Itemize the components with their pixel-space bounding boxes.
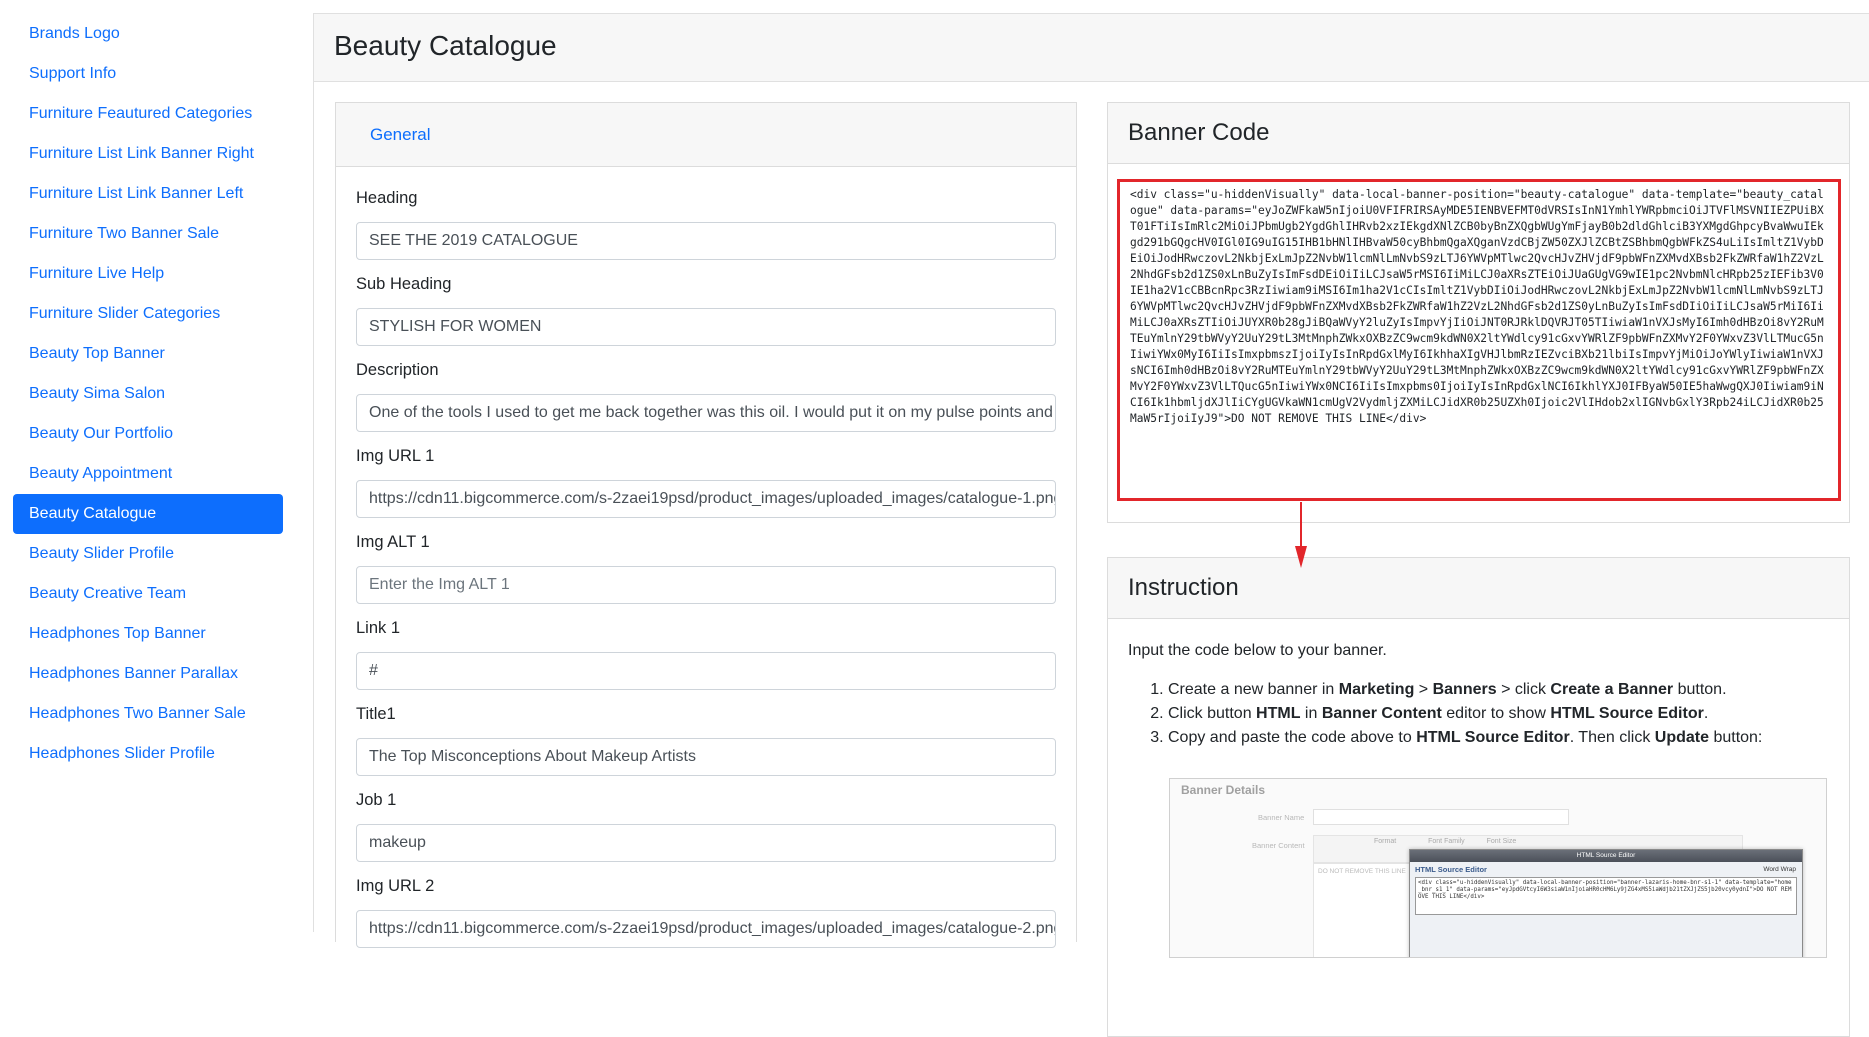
instruction-step-text: Create a new banner in xyxy=(1168,681,1339,698)
instruction-body: Input the code below to your banner. Cre… xyxy=(1108,619,1849,770)
instruction-step-text: Copy and paste the code above to xyxy=(1168,729,1417,746)
instruction-card: Instruction Input the code below to your… xyxy=(1107,557,1850,1037)
banner-code-card: Banner Code <div class="u-hiddenVisually… xyxy=(1107,102,1850,523)
instruction-step-bold: Banner Content xyxy=(1321,705,1442,722)
sidebar-item-furniture-feautured-categories[interactable]: Furniture Feautured Categories xyxy=(13,94,283,134)
banner-code-block[interactable]: <div class="u-hiddenVisually" data-local… xyxy=(1117,179,1841,501)
field-description: Description One of the tools I used to ge… xyxy=(356,358,1056,432)
input-link-1[interactable]: # xyxy=(356,652,1056,690)
tab-general[interactable]: General xyxy=(370,103,430,167)
instruction-step-bold: HTML xyxy=(1256,705,1301,722)
sidebar-item-furniture-list-link-banner-right[interactable]: Furniture List Link Banner Right xyxy=(13,134,283,174)
sidebar-item-furniture-two-banner-sale[interactable]: Furniture Two Banner Sale xyxy=(13,214,283,254)
sidebar-item-beauty-appointment[interactable]: Beauty Appointment xyxy=(13,454,283,494)
screenshot-html-source-dialog: HTML Source Editor HTML Source Editor Wo… xyxy=(1409,849,1803,957)
instruction-intro: Input the code below to your banner. xyxy=(1128,642,1387,659)
instruction-step-text: Click button xyxy=(1168,705,1257,722)
screenshot-format-select: Format xyxy=(1374,838,1397,845)
field-label-img-alt-1: Img ALT 1 xyxy=(356,533,430,551)
field-title1: Title1 The Top Misconceptions About Makeu… xyxy=(356,702,1056,776)
sidebar-item-beauty-sima-salon[interactable]: Beauty Sima Salon xyxy=(13,374,283,414)
screenshot-dialog-titlebar: HTML Source Editor xyxy=(1410,850,1802,862)
arrow-head-icon xyxy=(1295,546,1307,568)
screenshot-banner-content-label: Banner Content xyxy=(1252,841,1305,850)
sidebar-item-furniture-slider-categories[interactable]: Furniture Slider Categories xyxy=(13,294,283,334)
sidebar-item-beauty-our-portfolio[interactable]: Beauty Our Portfolio xyxy=(13,414,283,454)
screenshot-banner-name-label: Banner Name xyxy=(1258,813,1305,822)
instruction-step-bold: HTML Source Editor xyxy=(1416,729,1570,746)
instruction-step-text: . Then click xyxy=(1569,729,1655,746)
instruction-step: Create a new banner in Marketing > Banne… xyxy=(1168,678,1829,702)
sidebar: Brands Logo Support Info Furniture Feautur… xyxy=(0,0,300,932)
field-sub-heading: Sub Heading STYLISH FOR WOMEN xyxy=(356,272,1056,346)
sidebar-item-headphones-slider-profile[interactable]: Headphones Slider Profile xyxy=(13,734,283,774)
instruction-step-text: editor to show xyxy=(1441,705,1551,722)
field-label-description: Description xyxy=(356,361,439,379)
instruction-step-text: > xyxy=(1414,681,1433,698)
sidebar-item-brands-logo[interactable]: Brands Logo xyxy=(13,14,283,54)
screenshot-font-family-select: Font Family xyxy=(1428,838,1465,845)
field-label-img-url-1: Img URL 1 xyxy=(356,447,435,465)
banner-code-title: Banner Code xyxy=(1108,103,1849,164)
instruction-step-text: . xyxy=(1703,705,1709,722)
arrow-down-icon xyxy=(1300,502,1302,550)
field-img-url-2: Img URL 2 https://cdn11.bigcommerce.com/s… xyxy=(356,874,1056,948)
instruction-step-text: button: xyxy=(1709,729,1763,746)
input-sub-heading[interactable]: STYLISH FOR WOMEN xyxy=(356,308,1056,346)
instruction-step-text: button. xyxy=(1673,681,1727,698)
sidebar-item-support-info[interactable]: Support Info xyxy=(13,54,283,94)
instruction-step-bold: Create a Banner xyxy=(1550,681,1674,698)
field-label-job-1: Job 1 xyxy=(356,791,397,809)
input-job-1[interactable]: makeup xyxy=(356,824,1056,862)
input-img-url-2[interactable]: https://cdn11.bigcommerce.com/s-2zaei19p… xyxy=(356,910,1056,948)
instruction-step-bold: HTML Source Editor xyxy=(1550,705,1704,722)
input-description[interactable]: One of the tools I used to get me back t… xyxy=(356,394,1056,432)
screenshot-banner-name-input xyxy=(1313,809,1569,825)
sidebar-item-beauty-catalogue[interactable]: Beauty Catalogue xyxy=(13,494,283,534)
field-link-1: Link 1 # xyxy=(356,616,1056,690)
page-header: Beauty Catalogue xyxy=(314,14,1869,82)
instruction-step-bold: Marketing xyxy=(1338,681,1415,698)
instruction-step-bold: Update xyxy=(1654,729,1709,746)
field-img-alt-1: Img ALT 1 Enter the Img ALT 1 xyxy=(356,530,1056,604)
sidebar-item-beauty-top-banner[interactable]: Beauty Top Banner xyxy=(13,334,283,374)
settings-form-card: General Heading SEE THE 2019 CATALOGUE Sub… xyxy=(335,102,1077,948)
sidebar-item-beauty-slider-profile[interactable]: Beauty Slider Profile xyxy=(13,534,283,574)
field-label-link-1: Link 1 xyxy=(356,619,401,637)
input-title1[interactable]: The Top Misconceptions About Makeup Arti… xyxy=(356,738,1056,776)
instruction-step-bold: Banners xyxy=(1432,681,1497,698)
screenshot-dialog-heading: HTML Source Editor xyxy=(1415,865,1487,874)
sidebar-item-beauty-creative-team[interactable]: Beauty Creative Team xyxy=(13,574,283,614)
sidebar-item-headphones-top-banner[interactable]: Headphones Top Banner xyxy=(13,614,283,654)
input-heading[interactable]: SEE THE 2019 CATALOGUE xyxy=(356,222,1056,260)
page-title: Beauty Catalogue xyxy=(334,30,557,61)
sidebar-item-headphones-two-banner-sale[interactable]: Headphones Two Banner Sale xyxy=(13,694,283,734)
field-label-title1: Title1 xyxy=(356,705,396,723)
sidebar-item-headphones-banner-parallax[interactable]: Headphones Banner Parallax xyxy=(13,654,283,694)
screenshot-dialog-code: <div class="u-hiddenVisually" data-local… xyxy=(1415,877,1797,915)
sidebar-item-furniture-list-link-banner-left[interactable]: Furniture List Link Banner Left xyxy=(13,174,283,214)
tab-bar: General xyxy=(336,103,1076,167)
instruction-title: Instruction xyxy=(1108,558,1849,619)
instruction-step-text: > click xyxy=(1496,681,1551,698)
instruction-screenshot: Banner Details Banner Name Banner Conten… xyxy=(1169,778,1827,958)
input-img-url-1[interactable]: https://cdn11.bigcommerce.com/s-2zaei19p… xyxy=(356,480,1056,518)
screenshot-word-wrap-checkbox: Word Wrap xyxy=(1763,866,1796,873)
instruction-steps: Create a new banner in Marketing > Banne… xyxy=(1168,678,1829,750)
main-panel: Beauty Catalogue General Heading SEE THE … xyxy=(313,13,1869,1037)
field-img-url-1: Img URL 1 https://cdn11.bigcommerce.com/s… xyxy=(356,444,1056,518)
input-img-alt-1[interactable]: Enter the Img ALT 1 xyxy=(356,566,1056,604)
field-job-1: Job 1 makeup xyxy=(356,788,1056,862)
sidebar-item-furniture-live-help[interactable]: Furniture Live Help xyxy=(13,254,283,294)
field-label-sub-heading: Sub Heading xyxy=(356,275,452,293)
screenshot-font-size-select: Font Size xyxy=(1486,838,1517,845)
instruction-step: Copy and paste the code above to HTML So… xyxy=(1168,726,1829,750)
field-heading: Heading SEE THE 2019 CATALOGUE xyxy=(356,186,1056,260)
screenshot-editor-text: DO NOT REMOVE THIS LINE xyxy=(1318,868,1406,875)
screenshot-title: Banner Details xyxy=(1181,783,1266,797)
field-label-heading: Heading xyxy=(356,189,418,207)
instruction-step-text: in xyxy=(1300,705,1322,722)
field-label-img-url-2: Img URL 2 xyxy=(356,877,435,895)
instruction-step: Click button HTML in Banner Content edit… xyxy=(1168,702,1829,726)
